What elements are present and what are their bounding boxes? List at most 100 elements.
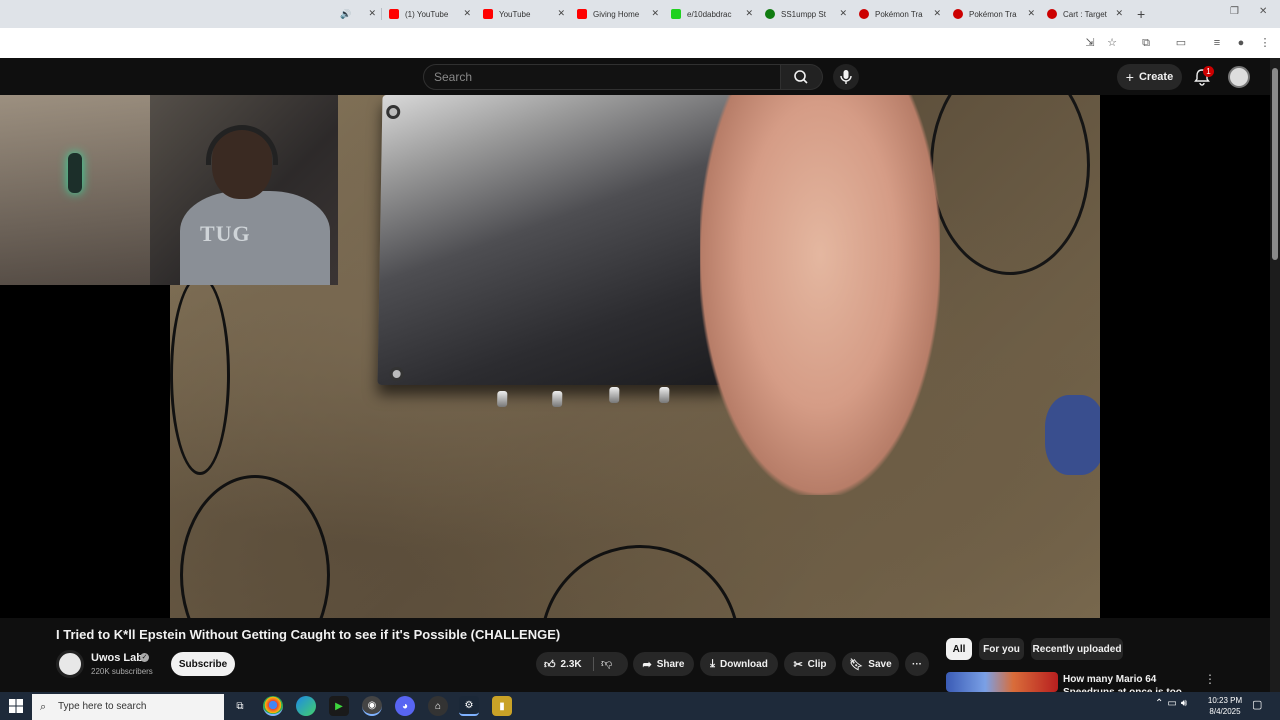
youtube-icon: [483, 9, 493, 19]
tab-youtube-2[interactable]: YouTube ✕: [483, 4, 569, 24]
close-icon[interactable]: ✕: [839, 8, 847, 19]
channel-avatar[interactable]: [56, 650, 84, 678]
install-app-icon[interactable]: ⇲: [1083, 36, 1097, 50]
menu-dots-icon[interactable]: ⋮: [1258, 36, 1272, 50]
taskbar-search-input[interactable]: ⌕ Type here to search: [32, 694, 224, 720]
gamepass-icon[interactable]: ▶: [329, 696, 349, 716]
tab-label: YouTube: [499, 9, 531, 19]
subscriber-count: 220K subscribers: [91, 667, 153, 676]
shirt-text: TUG: [200, 221, 251, 246]
close-icon[interactable]: ✕: [1027, 8, 1035, 19]
verified-icon: ✓: [140, 653, 149, 662]
restore-icon[interactable]: ❐: [1230, 6, 1239, 17]
more-icon: ···: [912, 658, 922, 670]
close-window-icon[interactable]: ✕: [1259, 6, 1267, 17]
speaker-icon[interactable]: 🔊: [340, 9, 351, 20]
tab-giving-home[interactable]: Giving Home ✕: [577, 4, 663, 24]
download-label: Download: [720, 658, 768, 670]
chip-all[interactable]: All: [946, 638, 972, 660]
side-panel-icon[interactable]: ▭: [1174, 36, 1188, 50]
chrome-icon[interactable]: [263, 696, 283, 716]
youtube-icon: [577, 9, 587, 19]
discord-icon[interactable]: ◕: [395, 696, 415, 716]
tab-label: e/10dabdrac: [687, 9, 732, 19]
search-input[interactable]: Search: [423, 64, 781, 90]
taskbar-search-placeholder: Type here to search: [58, 701, 147, 712]
like-icon[interactable]: 👍︎: [544, 658, 556, 671]
share-icon: ➦: [642, 658, 652, 671]
more-actions-button[interactable]: ···: [905, 652, 929, 676]
chip-for-you[interactable]: For you: [979, 638, 1024, 660]
notification-count-badge: 1: [1203, 66, 1214, 77]
task-view-icon[interactable]: ⧉: [230, 696, 250, 716]
file-icon[interactable]: ▮: [492, 696, 512, 716]
recommendation-title[interactable]: How many Mario 64 Speedruns at once is t…: [1063, 673, 1203, 693]
tab-kick[interactable]: e/10dabdrac ✕: [671, 4, 757, 24]
voice-search-button[interactable]: [833, 64, 859, 90]
hand: [700, 95, 940, 495]
metal-enclosure: [377, 95, 733, 407]
new-tab-button[interactable]: +: [1137, 6, 1145, 22]
tab-label: Pokémon Tra: [969, 9, 1017, 19]
like-count[interactable]: 2.3K: [561, 659, 582, 670]
video-player[interactable]: TUG: [0, 95, 1270, 618]
bookmark-star-icon[interactable]: ☆: [1105, 36, 1119, 50]
close-icon[interactable]: ✕: [933, 8, 941, 19]
xbox-icon: [765, 9, 775, 19]
extensions-icon[interactable]: ⧉: [1139, 36, 1153, 50]
close-icon[interactable]: ✕: [368, 8, 376, 19]
subscribe-button[interactable]: Subscribe: [171, 652, 235, 676]
kick-icon: [671, 9, 681, 19]
search-icon: [794, 70, 808, 84]
close-icon[interactable]: ✕: [1115, 8, 1123, 19]
share-button[interactable]: ➦ Share: [633, 652, 694, 676]
tab-target-cart[interactable]: Cart : Target ✕: [1047, 4, 1127, 24]
edge-icon[interactable]: [296, 696, 316, 716]
close-icon[interactable]: ✕: [557, 8, 565, 19]
network-icon[interactable]: ▭: [1167, 698, 1180, 709]
clip-button[interactable]: ✂ Clip: [784, 652, 836, 676]
tab-label: Giving Home: [593, 9, 640, 19]
tab-target-2[interactable]: Pokémon Tra ✕: [953, 4, 1039, 24]
close-icon[interactable]: ✕: [651, 8, 659, 19]
microphone: [68, 153, 82, 193]
download-icon: ⤓: [710, 657, 716, 670]
create-button[interactable]: + Create: [1117, 64, 1182, 90]
tab-label: Cart : Target: [1063, 9, 1107, 19]
dislike-icon[interactable]: 👎︎: [601, 657, 612, 670]
download-button[interactable]: ⤓ Download: [700, 652, 778, 676]
tab-target-1[interactable]: Pokémon Tra ✕: [859, 4, 945, 24]
close-icon[interactable]: ✕: [745, 8, 753, 19]
scrollbar-thumb[interactable]: [1272, 68, 1278, 260]
system-tray[interactable]: ⌃▭🔊︎: [1155, 698, 1191, 709]
start-button[interactable]: [0, 692, 32, 720]
target-icon: [1047, 9, 1057, 19]
windows-logo-icon: [9, 699, 23, 713]
notification-center-icon[interactable]: ▢: [1252, 698, 1262, 711]
target-icon: [953, 9, 963, 19]
steam-icon[interactable]: ⚙: [459, 696, 479, 716]
youtube-icon: [389, 9, 399, 19]
app-icon[interactable]: ⌂: [428, 696, 448, 716]
share-label: Share: [656, 658, 685, 670]
profile-icon[interactable]: ●: [1234, 36, 1248, 50]
account-avatar[interactable]: [1228, 66, 1250, 88]
more-vertical-icon[interactable]: ⋮: [1204, 672, 1216, 686]
tab-youtube-1[interactable]: (1) YouTube ✕: [389, 4, 475, 24]
close-icon[interactable]: ✕: [463, 8, 471, 19]
search-button[interactable]: [781, 64, 823, 90]
blue-object: [1045, 395, 1100, 475]
tab-audio[interactable]: 🔊 ✕: [340, 4, 380, 24]
media-control-icon[interactable]: ≡: [1210, 36, 1224, 50]
obs-icon[interactable]: ◉: [362, 696, 382, 716]
clip-label: Clip: [807, 658, 827, 670]
recommendation-thumbnail[interactable]: [946, 672, 1058, 692]
volume-icon[interactable]: 🔊︎: [1181, 698, 1191, 709]
chip-recently-uploaded[interactable]: Recently uploaded: [1031, 638, 1123, 660]
tab-xbox[interactable]: SS1umpp St ✕: [765, 4, 851, 24]
channel-name[interactable]: Uwos Lab: [91, 652, 143, 664]
save-button[interactable]: 🔖︎ Save: [842, 652, 899, 676]
taskbar-clock[interactable]: 10:23 PM 8/4/2025: [1205, 695, 1245, 717]
chevron-up-icon[interactable]: ⌃: [1155, 698, 1167, 709]
tab-label: Pokémon Tra: [875, 9, 923, 19]
